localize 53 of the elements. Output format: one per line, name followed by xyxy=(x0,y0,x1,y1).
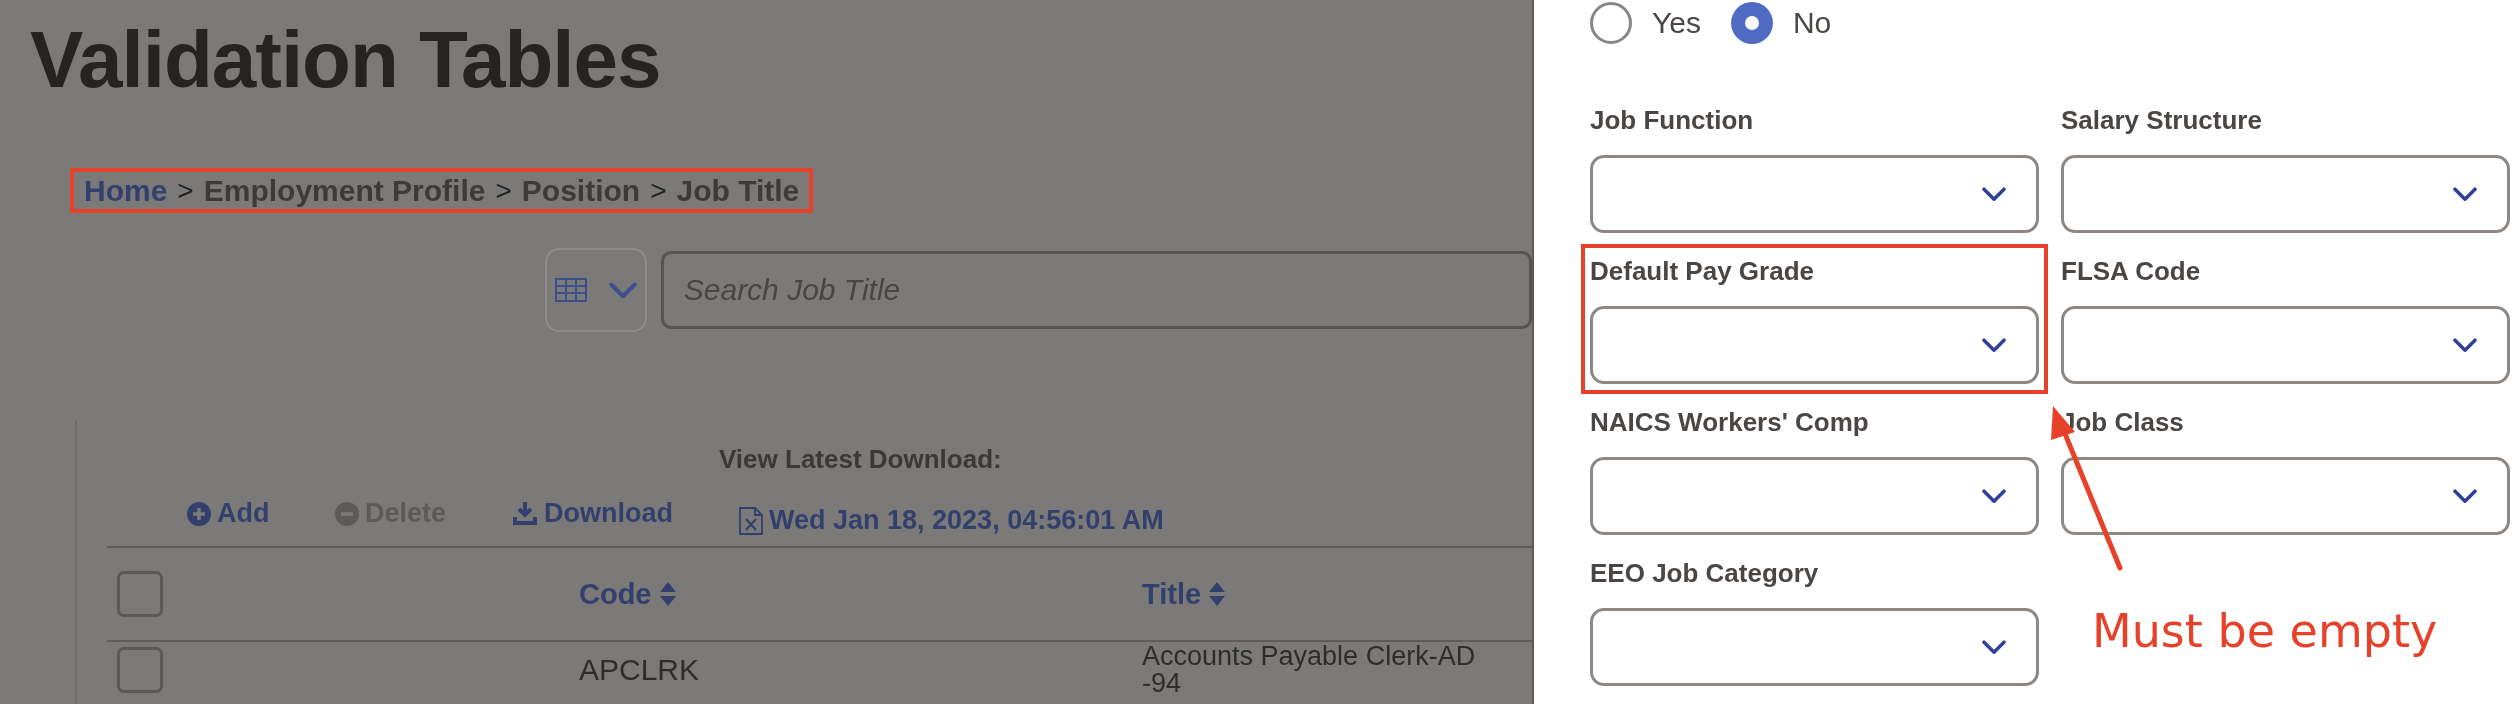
dropdown-field[interactable] xyxy=(1590,608,2039,686)
dropdown-field[interactable] xyxy=(2061,155,2510,233)
download-icon xyxy=(512,501,538,526)
add-button[interactable]: Add xyxy=(187,498,270,529)
breadcrumb-separator: > xyxy=(177,174,194,207)
column-header[interactable]: Title xyxy=(1142,577,1226,611)
field-label: Job Function xyxy=(1590,105,1754,135)
breadcrumb-item: Job Title xyxy=(676,173,800,208)
radio-button[interactable] xyxy=(1730,2,1773,44)
chevron-down-icon xyxy=(1982,186,2006,202)
chevron-down-icon xyxy=(1982,337,2006,353)
minus-circle-icon xyxy=(335,501,359,526)
dropdown-field[interactable] xyxy=(2061,306,2510,384)
table-icon xyxy=(554,278,587,302)
row-checkbox[interactable] xyxy=(117,647,163,693)
download-file-link[interactable]: Wed Jan 18, 2023, 04:56:01 AM xyxy=(739,505,1532,536)
radio-button[interactable] xyxy=(1590,2,1632,44)
breadcrumb-separator: > xyxy=(495,174,512,207)
dropdown-field[interactable] xyxy=(2061,457,2510,535)
column-header[interactable]: Code xyxy=(579,577,676,611)
sort-icon xyxy=(659,582,676,606)
field-label: Salary Structure xyxy=(2061,105,2262,135)
breadcrumb-link[interactable]: Home xyxy=(84,173,168,208)
chevron-down-icon xyxy=(2453,488,2477,504)
chevron-down-icon xyxy=(1982,639,2006,655)
sort-icon xyxy=(1209,582,1226,606)
table-cell-text: APCLRK xyxy=(579,653,701,687)
select-all-checkbox[interactable] xyxy=(117,571,163,617)
dropdown-field[interactable] xyxy=(1590,457,2039,535)
page-title: Validation Tables xyxy=(30,20,662,100)
radio-label: No xyxy=(1792,6,1832,40)
field-label: NAICS Workers' Comp xyxy=(1590,407,1869,437)
field-label: FLSA Code xyxy=(2061,256,2201,286)
latest-download-label: View Latest Download: xyxy=(719,444,1002,475)
view-toggle-button[interactable] xyxy=(545,248,647,332)
breadcrumb-item: Position xyxy=(521,173,641,208)
radio-label: Yes xyxy=(1652,6,1701,40)
breadcrumb-separator: > xyxy=(650,174,667,207)
field-label: EEO Job Category xyxy=(1590,558,1819,588)
dropdown-field[interactable] xyxy=(1590,155,2039,233)
callout-text: Must be empty xyxy=(2092,604,2438,658)
chevron-down-icon xyxy=(1982,488,2006,504)
field-label: Default Pay Grade xyxy=(1590,256,1814,286)
breadcrumb-item: Employment Profile xyxy=(203,173,486,208)
dropdown-field[interactable] xyxy=(1590,306,2039,384)
chevron-down-icon xyxy=(2453,337,2477,353)
table-cell-line: -94 xyxy=(1142,670,1183,697)
excel-file-icon xyxy=(739,506,763,535)
chevron-down-icon xyxy=(2453,186,2477,202)
chevron-down-icon xyxy=(608,281,637,299)
plus-circle-icon xyxy=(187,501,211,526)
table-cell-line: Accounts Payable Clerk-AD xyxy=(1142,643,1477,670)
download-button[interactable]: Download xyxy=(512,498,673,529)
